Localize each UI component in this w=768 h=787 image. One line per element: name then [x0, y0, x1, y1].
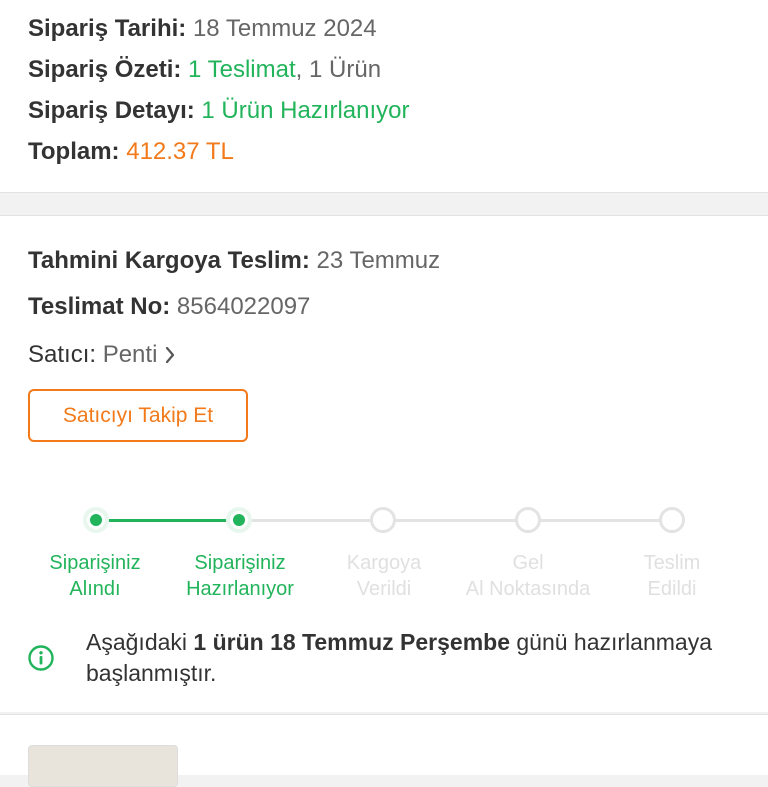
estimate-label: Tahmini Kargoya Teslim: [28, 247, 310, 274]
info-icon [28, 645, 54, 671]
step-label-3: Kargoya Verildi [309, 550, 459, 602]
order-detail-row: Sipariş Detayı: 1 Ürün Hazırlanıyor [28, 96, 409, 126]
tracker-remaining-line [239, 519, 672, 522]
step-label-2: Siparişiniz Hazırlanıyor [165, 550, 315, 602]
order-detail-label: Sipariş Detayı: [28, 97, 195, 124]
step-label-3-line1: Kargoya [346, 552, 422, 574]
step-node-5 [659, 507, 685, 533]
order-summary-card: Sipariş Tarihi: 18 Temmuz 2024 Sipariş Ö… [0, 0, 768, 193]
step-label-5: Teslim Edildi [597, 550, 747, 602]
order-tracker-card: Siparişiniz Alındı Siparişiniz Hazırlanı… [0, 472, 768, 712]
order-date-row: Sipariş Tarihi: 18 Temmuz 2024 [28, 14, 377, 44]
step-label-3-line2: Verildi [356, 578, 412, 600]
delivery-number-label: Teslimat No: [28, 293, 171, 320]
step-label-1: Siparişiniz Alındı [20, 550, 170, 602]
step-label-5-line1: Teslim [643, 552, 701, 574]
step-label-2-line2: Hazırlanıyor [186, 578, 294, 600]
step-node-2 [226, 507, 252, 533]
order-summary-deliveries[interactable]: 1 Teslimat [188, 56, 296, 83]
product-card [0, 714, 768, 787]
order-summary-separator: , [295, 56, 303, 83]
delivery-number-value: 8564022097 [176, 293, 311, 320]
step-label-1-line1: Siparişiniz [49, 552, 141, 574]
seller-row[interactable]: Satıcı: Penti [28, 340, 176, 370]
order-total-value: 412.37 TL [126, 138, 234, 165]
info-text-pre: Aşağıdaki [86, 629, 194, 655]
step-label-4-line1: Gel [512, 552, 544, 574]
step-node-1 [83, 507, 109, 533]
product-thumbnail[interactable] [28, 745, 178, 787]
order-summary-row: Sipariş Özeti: 1 Teslimat, 1 Ürün [28, 55, 381, 85]
order-summary-items: 1 Ürün [309, 56, 382, 83]
step-label-2-line1: Siparişiniz [194, 552, 286, 574]
order-total-row: Toplam: 412.37 TL [28, 137, 234, 167]
step-node-4 [515, 507, 541, 533]
preparation-info-text: Aşağıdaki 1 ürün 18 Temmuz Perşembe günü… [86, 627, 726, 689]
step-label-4: Gel Al Noktasında [453, 550, 603, 602]
delivery-number-row: Teslimat No: 8564022097 [28, 292, 310, 322]
order-detail-value: 1 Ürün Hazırlanıyor [201, 97, 410, 124]
tracker-progress-line [96, 519, 239, 522]
estimate-row: Tahmini Kargoya Teslim: 23 Temmuz [28, 246, 440, 276]
info-text-count: 1 ürün [193, 629, 264, 655]
order-total-label: Toplam: [28, 138, 120, 165]
order-date-value: 18 Temmuz 2024 [192, 15, 377, 42]
estimate-value: 23 Temmuz [316, 247, 441, 274]
step-label-1-line2: Alındı [69, 578, 121, 600]
step-label-5-line2: Edildi [647, 578, 697, 600]
order-summary-label: Sipariş Özeti: [28, 56, 182, 83]
order-date-label: Sipariş Tarihi: [28, 15, 187, 42]
follow-seller-button[interactable]: Satıcıyı Takip Et [28, 389, 248, 442]
step-label-4-line2: Al Noktasında [465, 578, 591, 600]
chevron-right-icon[interactable] [164, 346, 176, 364]
info-text-date: 18 Temmuz Perşembe [270, 629, 510, 655]
delivery-info-card: Tahmini Kargoya Teslim: 23 Temmuz Teslim… [0, 215, 768, 473]
seller-label: Satıcı: [28, 341, 97, 368]
step-node-3 [370, 507, 396, 533]
seller-name[interactable]: Penti [103, 341, 158, 368]
